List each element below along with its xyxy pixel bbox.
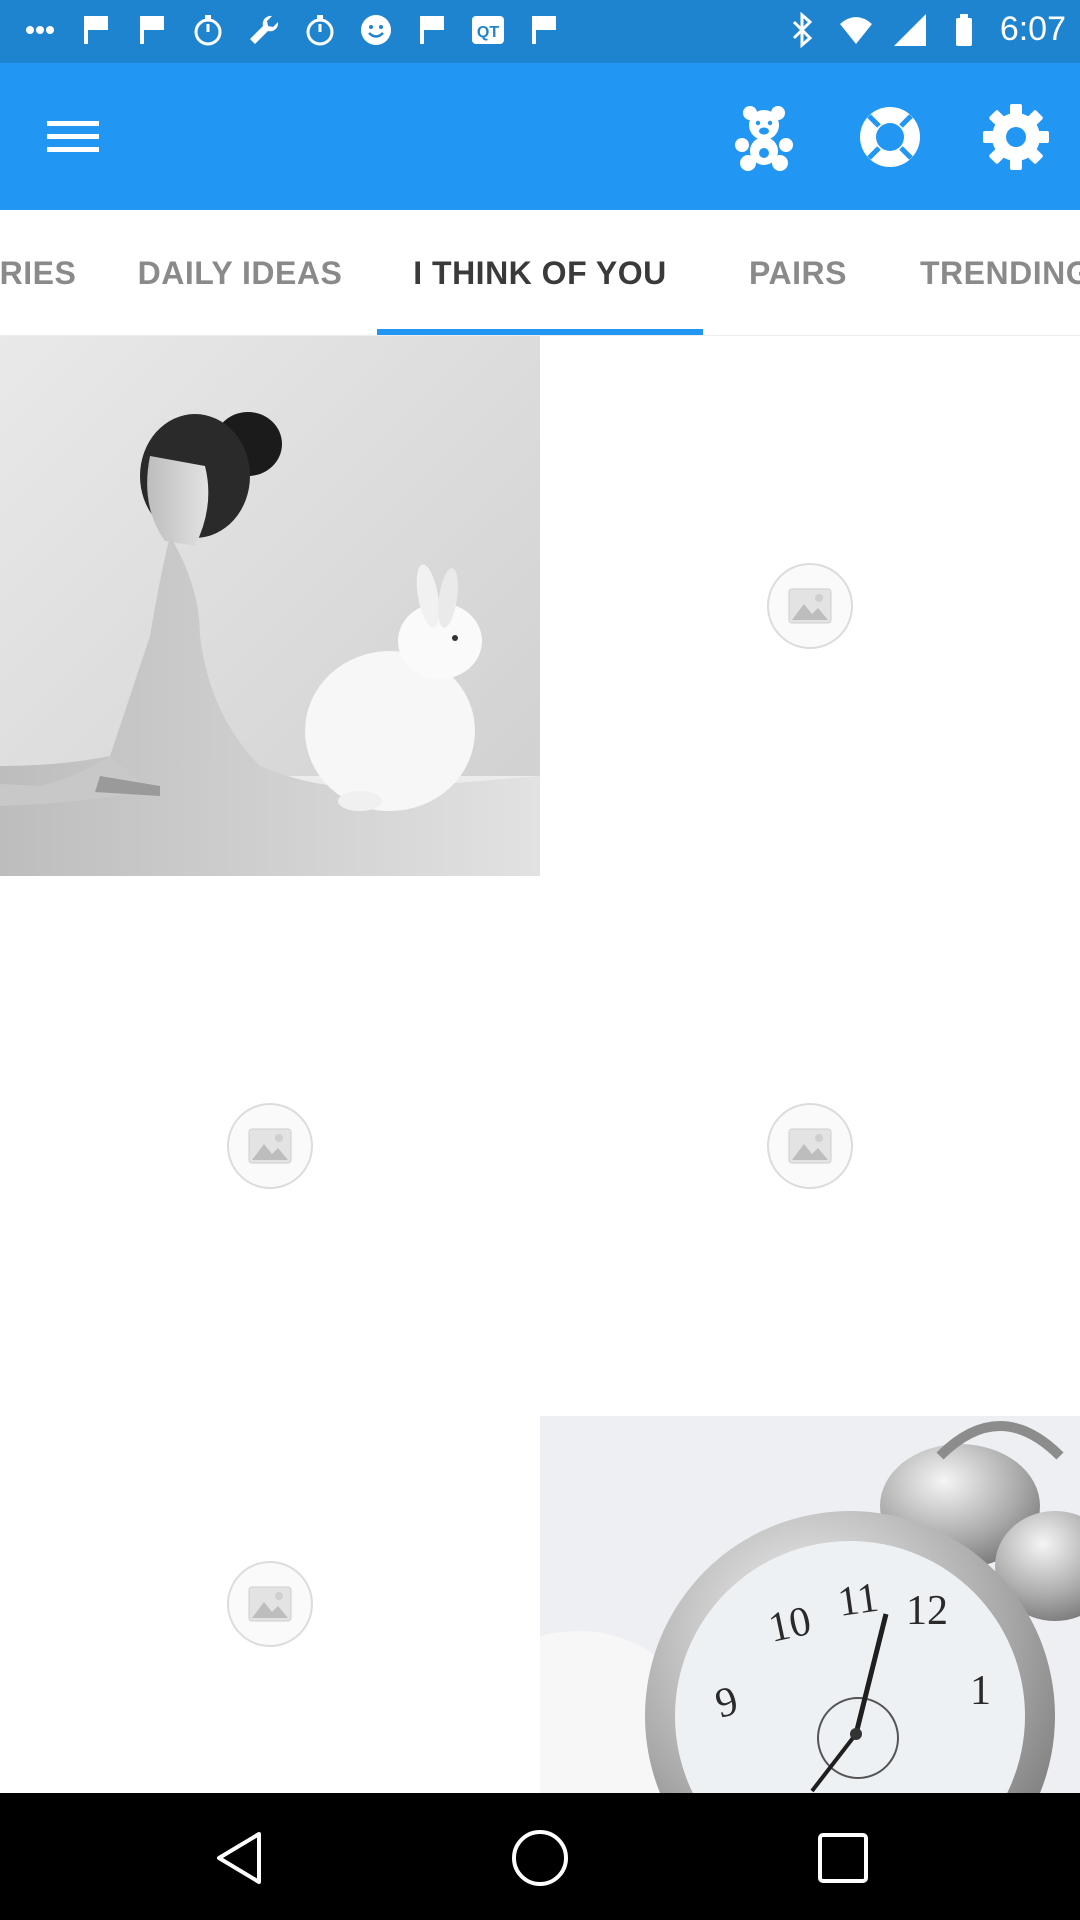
home-icon xyxy=(512,1830,568,1886)
grid-item-woman-with-rabbit[interactable] xyxy=(0,336,540,876)
app-bar xyxy=(0,63,1080,210)
svg-text:11: 11 xyxy=(835,1575,881,1626)
tab-daily-ideas[interactable]: DAILY IDEAS xyxy=(110,210,370,335)
tab-trending[interactable]: TRENDING xyxy=(920,210,1080,335)
lifebuoy-icon xyxy=(860,107,920,167)
home-button[interactable] xyxy=(505,1823,575,1893)
image-placeholder-icon xyxy=(767,1103,853,1189)
grid-item-alarm-clock[interactable]: 10 11 12 9 1 xyxy=(540,1416,1080,1793)
tab-stories[interactable]: RIES xyxy=(0,210,88,335)
recents-icon xyxy=(818,1833,868,1883)
flag-icon xyxy=(532,16,556,44)
teddy-bear-button[interactable] xyxy=(728,101,800,173)
menu-icon xyxy=(47,121,99,152)
system-nav-bar xyxy=(0,1793,1080,1920)
timer-icon xyxy=(306,15,334,46)
grid-item-placeholder[interactable] xyxy=(0,1416,540,1793)
svg-text:12: 12 xyxy=(906,1588,948,1634)
recents-button[interactable] xyxy=(808,1823,878,1893)
wifi-icon xyxy=(839,16,872,44)
qt-icon: QT xyxy=(472,16,504,44)
flag-icon xyxy=(420,16,444,44)
tab-bar: RIES DAILY IDEAS I THINK OF YOU PAIRS TR… xyxy=(0,210,1080,336)
photo-alarm-clock: 10 11 12 9 1 xyxy=(540,1416,1080,1793)
grid-item-placeholder[interactable] xyxy=(540,336,1080,876)
image-placeholder-icon xyxy=(227,1103,313,1189)
support-button[interactable] xyxy=(854,101,926,173)
smiley-icon xyxy=(361,15,391,45)
photo-woman-with-rabbit xyxy=(0,336,540,876)
back-button[interactable] xyxy=(204,1823,274,1893)
svg-text:QT: QT xyxy=(477,24,499,41)
flag-icon xyxy=(140,16,164,44)
status-bar: QT 6:07 xyxy=(0,0,1080,63)
back-icon xyxy=(217,1832,261,1884)
teddy-bear-icon xyxy=(735,106,793,171)
battery-icon xyxy=(955,13,972,46)
timer-icon xyxy=(194,15,222,46)
svg-text:1: 1 xyxy=(970,1668,991,1714)
tab-indicator xyxy=(377,329,703,335)
notification-icons: QT xyxy=(22,12,562,48)
system-icons: 6:07 xyxy=(784,10,1066,49)
settings-button[interactable] xyxy=(980,101,1052,173)
signal-icon xyxy=(893,13,926,46)
settings-icon xyxy=(983,104,1049,170)
grid-item-placeholder[interactable] xyxy=(540,876,1080,1416)
clock-time: 6:07 xyxy=(999,10,1066,48)
image-placeholder-icon xyxy=(767,563,853,649)
grid-item-placeholder[interactable] xyxy=(0,876,540,1416)
tab-pairs[interactable]: PAIRS xyxy=(710,210,886,335)
wrench-icon xyxy=(250,15,279,44)
more-dots-icon xyxy=(26,26,54,34)
image-placeholder-icon xyxy=(227,1561,313,1647)
tab-i-think-of-you[interactable]: I THINK OF YOU xyxy=(377,210,703,335)
bluetooth-icon xyxy=(792,11,813,48)
menu-button[interactable] xyxy=(40,107,106,167)
flag-icon xyxy=(84,16,108,44)
